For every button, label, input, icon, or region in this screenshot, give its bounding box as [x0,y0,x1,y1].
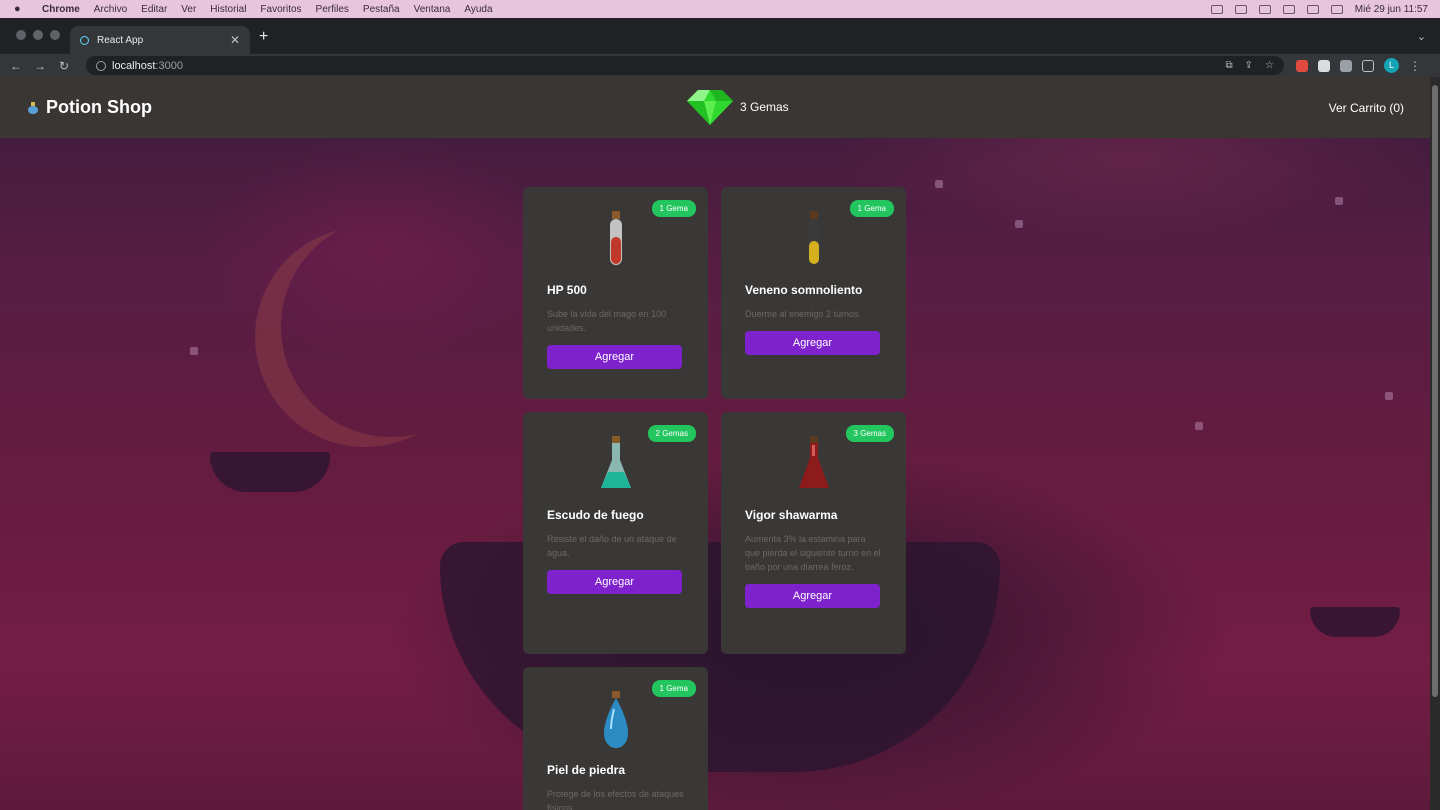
menu-perfiles[interactable]: Perfiles [316,4,349,15]
background-star [935,180,943,188]
background-island [1310,607,1400,637]
menu-historial[interactable]: Historial [210,4,246,15]
price-badge: 2 Gemas [647,425,696,442]
price-badge: 3 Gemas [845,425,894,442]
control-center-icon[interactable] [1330,4,1343,14]
clock[interactable]: Mié 29 jun 11:57 [1355,4,1428,15]
search-icon[interactable] [1306,4,1319,14]
product-name: Vigor shawarma [745,508,838,522]
product-card: 1 Gema Piel de piedra Protege de los efe… [523,667,708,810]
product-name: HP 500 [547,283,587,297]
product-name: Escudo de fuego [547,508,644,522]
extension-window-icon[interactable] [1318,59,1330,72]
background-star [190,347,198,355]
logo-text: Potion Shop [46,97,152,117]
browser-tab[interactable]: React App ✕ [70,26,250,54]
product-name: Piel de piedra [547,763,626,777]
product-description: Aumenta 3% la estamina para que pierda e… [745,534,881,572]
share-icon[interactable]: ⇪ [1245,60,1253,71]
background-moon [255,227,475,447]
reload-icon[interactable]: ↻ [52,59,76,73]
battery-icon[interactable] [1258,4,1271,14]
site-info-icon[interactable] [96,60,106,71]
potion-flask-icon [798,436,829,488]
price-badge: 1 Gema [849,200,894,217]
background-star [1015,220,1023,228]
menu-ventana[interactable]: Ventana [414,4,451,15]
url-port: :3000 [155,59,183,72]
gem-icon [687,90,733,125]
menu-archivo[interactable]: Archivo [94,4,127,15]
product-card: 1 Gema Veneno somnoliento Duerme al enem… [721,187,906,399]
extensions-area: L ⋮ [1296,58,1421,73]
menu-pestana[interactable]: Pestaña [363,4,400,15]
logo[interactable]: Potion Shop [26,97,152,118]
profile-avatar[interactable]: L [1384,58,1399,73]
address-bar[interactable]: localhost:3000 ⧉ ⇪ ☆ [86,56,1284,75]
product-description: Protege de los efectos de ataques físico… [547,789,684,810]
product-card: 3 Gemas Vigor shawarma Aumenta 3% la est… [721,412,906,654]
view-cart-link[interactable]: Ver Carrito (0) [1329,101,1404,115]
add-to-cart-button[interactable]: Agregar [745,584,880,608]
scrollbar-thumb[interactable] [1432,85,1438,697]
menu-ayuda[interactable]: Ayuda [464,4,492,15]
side-panel-icon[interactable] [1362,59,1374,72]
product-name: Veneno somnoliento [745,283,863,297]
product-card: 1 Gema HP 500 Sube la vida del mago en 1… [523,187,708,399]
gem-balance: 3 Gemas [686,88,789,126]
product-description: Sube la vida del mago en 100 unidades. [547,309,667,333]
apple-icon[interactable]: ● [14,3,28,15]
tab-search-chevron-icon[interactable]: ⌄ [1417,30,1426,43]
background-island [210,452,330,492]
window-controls [16,30,60,40]
open-in-window-icon[interactable]: ⧉ [1226,60,1233,71]
menu-ver[interactable]: Ver [181,4,196,15]
background-star [1385,392,1393,400]
page-scrollbar[interactable] [1430,77,1440,810]
gem-count: 3 Gemas [740,100,789,114]
back-icon[interactable]: ← [4,59,28,73]
background-star [1335,197,1343,205]
browser-chrome: React App ✕ + ⌄ ← → ↻ localhost:3000 ⧉ ⇪… [0,18,1440,77]
price-badge: 1 Gema [651,680,696,697]
minimize-window-button[interactable] [33,30,43,40]
macos-menu-bar: ● Chrome Archivo Editar Ver Historial Fa… [0,0,1440,18]
menu-editar[interactable]: Editar [141,4,167,15]
status-icon[interactable] [1210,4,1223,14]
react-icon [80,35,89,45]
add-to-cart-button[interactable]: Agregar [547,345,682,369]
price-badge: 1 Gema [651,200,696,217]
bookmark-star-icon[interactable]: ☆ [1265,60,1274,71]
more-menu-icon[interactable]: ⋮ [1409,59,1421,73]
menu-chrome[interactable]: Chrome [42,4,80,15]
potion-logo-icon [28,101,38,114]
add-to-cart-button[interactable]: Agregar [547,570,682,594]
product-card: 2 Gemas Escudo de fuego Resiste el daño … [523,412,708,654]
potion-vial-icon [807,211,820,265]
potion-flask-icon [600,436,631,488]
close-tab-icon[interactable]: ✕ [230,33,240,47]
url-host: localhost [112,59,156,72]
maximize-window-button[interactable] [50,30,60,40]
browser-toolbar: ← → ↻ localhost:3000 ⧉ ⇪ ☆ L ⋮ [0,54,1440,77]
product-description: Resiste el daño de un ataque de agua. [547,534,677,558]
puzzle-extensions-icon[interactable] [1340,59,1352,72]
extension-red-icon[interactable] [1296,59,1308,72]
tab-title: React App [97,34,144,46]
add-to-cart-button[interactable]: Agregar [745,331,880,355]
potion-vial-icon [609,211,622,265]
app-header: Potion Shop 3 Gemas Ver Carrito (0) [0,77,1430,138]
forward-icon[interactable]: → [28,59,52,73]
wifi-icon[interactable] [1282,4,1295,14]
close-window-button[interactable] [16,30,26,40]
product-description: Duerme al enemigo 2 turnos. [745,309,862,319]
cloud-icon[interactable] [1234,4,1247,14]
potion-drop-icon [603,691,628,748]
menu-favoritos[interactable]: Favoritos [260,4,301,15]
background-star [1195,422,1203,430]
app-viewport: Potion Shop 3 Gemas Ver Carrito (0) 1 Ge… [0,77,1430,810]
new-tab-icon[interactable]: + [259,28,268,46]
